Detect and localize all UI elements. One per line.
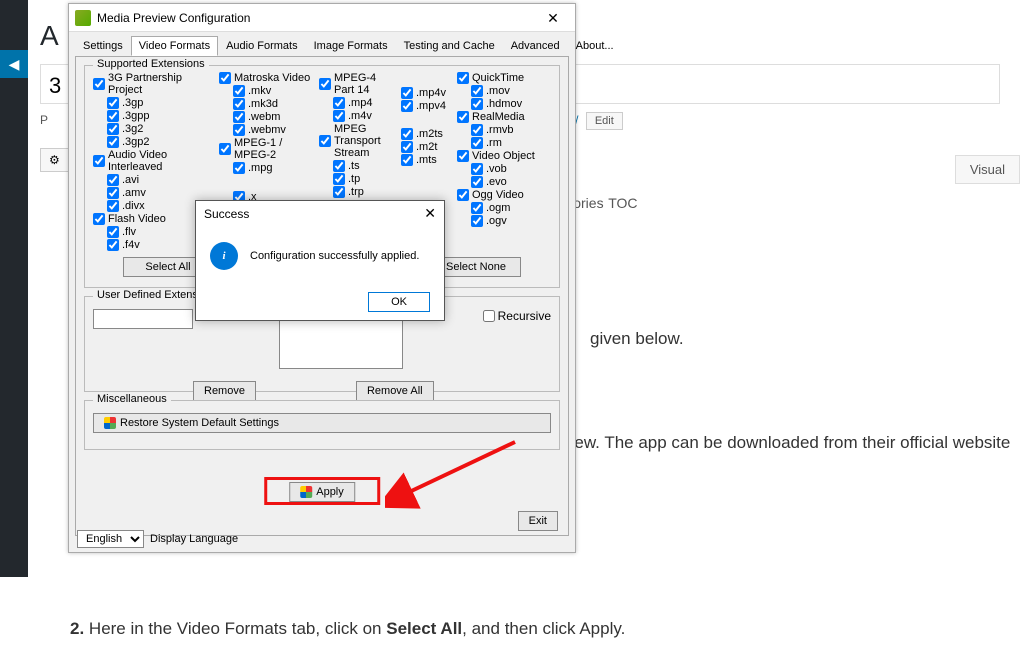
chk-rmvb[interactable]: .rmvb bbox=[471, 124, 537, 136]
tab-about[interactable]: About... bbox=[568, 36, 622, 56]
chk-mov[interactable]: .mov bbox=[471, 85, 537, 97]
chk-realmedia[interactable]: RealMedia bbox=[457, 111, 537, 123]
chk-matroska[interactable]: Matroska Video bbox=[219, 72, 313, 84]
chk-amv[interactable]: .amv bbox=[107, 187, 213, 199]
chk-ts[interactable]: .ts bbox=[333, 160, 395, 172]
misc-group: Miscellaneous Restore System Default Set… bbox=[84, 400, 560, 450]
chk-mpeg-ts[interactable]: MPEG Transport Stream bbox=[319, 123, 395, 159]
success-modal: Success ✕ i Configuration successfully a… bbox=[195, 200, 445, 321]
chk-ogm[interactable]: .ogm bbox=[471, 202, 537, 214]
close-icon[interactable]: ✕ bbox=[537, 4, 569, 32]
remove-button[interactable]: Remove bbox=[193, 381, 256, 401]
restore-defaults-button[interactable]: Restore System Default Settings bbox=[93, 413, 551, 433]
dialog-tabs: Settings Video Formats Audio Formats Ima… bbox=[75, 36, 569, 56]
chk-trp[interactable]: .trp bbox=[333, 186, 395, 198]
apply-highlight: Apply bbox=[264, 477, 380, 505]
chk-3g-partnership[interactable]: 3G Partnership Project bbox=[93, 72, 213, 96]
tab-audio-formats[interactable]: Audio Formats bbox=[218, 36, 306, 56]
chk-3gp2[interactable]: .3gp2 bbox=[107, 136, 213, 148]
chk-evo[interactable]: .evo bbox=[471, 176, 537, 188]
ude-input[interactable] bbox=[93, 309, 193, 329]
modal-message: Configuration successfully applied. bbox=[250, 250, 419, 262]
wp-admin-sidebar: ◀ bbox=[0, 0, 28, 577]
chk-mpeg12[interactable]: MPEG-1 / MPEG-2 bbox=[219, 137, 313, 161]
apply-button[interactable]: Apply bbox=[289, 482, 355, 502]
chk-recursive[interactable]: Recursive bbox=[483, 309, 551, 323]
chk-ogg-video[interactable]: Ogg Video bbox=[457, 189, 537, 201]
chk-webmv[interactable]: .webmv bbox=[233, 124, 313, 136]
chk-m2ts[interactable]: .m2ts bbox=[401, 128, 451, 140]
chk-mkv[interactable]: .mkv bbox=[233, 85, 313, 97]
tab-image-formats[interactable]: Image Formats bbox=[306, 36, 396, 56]
close-icon[interactable]: ✕ bbox=[424, 205, 436, 222]
chk-avi-group[interactable]: Audio Video Interleaved bbox=[93, 149, 213, 173]
info-icon: i bbox=[210, 242, 238, 270]
step-2-text: 2. Here in the Video Formats tab, click … bbox=[70, 614, 1014, 645]
group-label: Supported Extensions bbox=[93, 58, 209, 70]
chk-mpg[interactable]: .mpg bbox=[233, 162, 313, 174]
tab-video-formats[interactable]: Video Formats bbox=[131, 36, 218, 56]
chk-mp4v[interactable]: .mp4v bbox=[401, 87, 451, 99]
chk-rm[interactable]: .rm bbox=[471, 137, 537, 149]
tab-advanced[interactable]: Advanced bbox=[503, 36, 568, 56]
modal-title: Success bbox=[204, 207, 249, 221]
chk-m4v[interactable]: .m4v bbox=[333, 110, 395, 122]
app-icon bbox=[75, 10, 91, 26]
chk-3gp[interactable]: .3gp bbox=[107, 97, 213, 109]
chk-quicktime[interactable]: QuickTime bbox=[457, 72, 537, 84]
dialog-title: Media Preview Configuration bbox=[97, 4, 250, 32]
chk-mp4[interactable]: .mp4 bbox=[333, 97, 395, 109]
remove-all-button[interactable]: Remove All bbox=[356, 381, 434, 401]
exit-button[interactable]: Exit bbox=[518, 511, 558, 531]
chk-video-object[interactable]: Video Object bbox=[457, 150, 537, 162]
tab-testing-cache[interactable]: Testing and Cache bbox=[396, 36, 503, 56]
chk-mts[interactable]: .mts bbox=[401, 154, 451, 166]
collapse-menu-button[interactable]: ◀ bbox=[0, 50, 28, 78]
language-select[interactable]: English bbox=[77, 530, 144, 548]
chk-mpv4[interactable]: .mpv4 bbox=[401, 100, 451, 112]
shield-icon bbox=[104, 417, 116, 429]
chk-mpeg4[interactable]: MPEG-4 Part 14 bbox=[319, 72, 395, 96]
group-label-misc: Miscellaneous bbox=[93, 393, 171, 405]
language-label: Display Language bbox=[150, 533, 238, 545]
ok-button[interactable]: OK bbox=[368, 292, 430, 312]
chk-ogv[interactable]: .ogv bbox=[471, 215, 537, 227]
tab-settings[interactable]: Settings bbox=[75, 36, 131, 56]
chk-mk3d[interactable]: .mk3d bbox=[233, 98, 313, 110]
group-label-ude: User Defined Extens bbox=[93, 289, 202, 301]
chk-m2t[interactable]: .m2t bbox=[401, 141, 451, 153]
chk-tp[interactable]: .tp bbox=[333, 173, 395, 185]
chk-hdmov[interactable]: .hdmov bbox=[471, 98, 537, 110]
tab-visual[interactable]: Visual bbox=[955, 155, 1020, 184]
chk-3gpp[interactable]: .3gpp bbox=[107, 110, 213, 122]
chk-avi[interactable]: .avi bbox=[107, 174, 213, 186]
edit-permalink-button[interactable]: Edit bbox=[586, 112, 623, 130]
chk-3g2[interactable]: .3g2 bbox=[107, 123, 213, 135]
add-media-button[interactable]: ⚙ bbox=[40, 148, 69, 172]
chk-webm[interactable]: .webm bbox=[233, 111, 313, 123]
chk-vob[interactable]: .vob bbox=[471, 163, 537, 175]
shield-icon bbox=[300, 486, 312, 498]
